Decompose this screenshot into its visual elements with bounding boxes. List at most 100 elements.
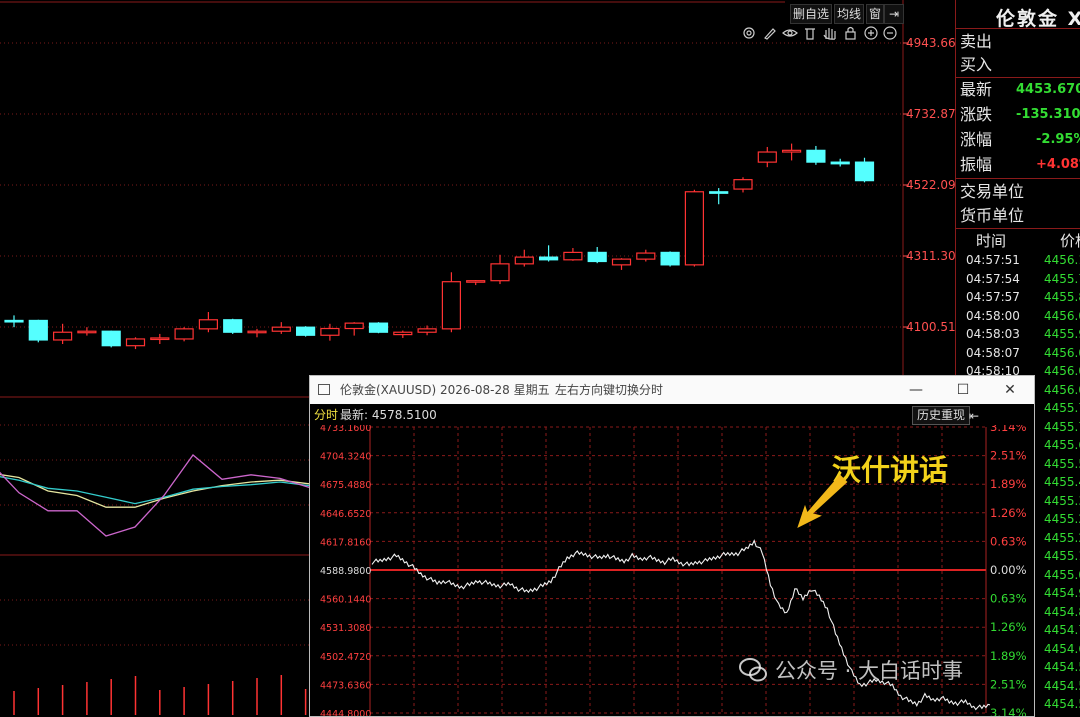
- candle: [466, 280, 486, 286]
- price-tick-label: 4560.1440: [320, 595, 371, 606]
- maximize-icon[interactable]: ☐: [943, 376, 983, 404]
- tick-row: 04:57:57 4455.8: [966, 288, 1080, 307]
- chart-tools: [743, 26, 897, 40]
- indicator-line: [0, 476, 310, 505]
- percent-tick-label: 2.51%: [990, 449, 1027, 463]
- annotation-arrow: [797, 474, 848, 528]
- candle: [271, 322, 291, 334]
- tick-row: 04:57:54 4455.7: [966, 270, 1080, 289]
- tick-price: 4455.4: [1044, 475, 1080, 489]
- candle: [733, 177, 753, 193]
- quote-row-latest: 最新4453.6700: [960, 80, 1080, 99]
- candle: [587, 247, 607, 264]
- tick-time: 04:57:54: [966, 271, 1020, 286]
- remove-favorite-button[interactable]: 删自选: [790, 4, 833, 24]
- ticks-header-price: 价格: [1060, 232, 1080, 250]
- collapse-icon[interactable]: ⇤: [969, 406, 979, 426]
- tick-time: 04:58:00: [966, 308, 1020, 323]
- candle: [660, 251, 680, 267]
- price-tick-label: 4733.1600: [320, 425, 371, 434]
- tick-time: 04:57:57: [966, 290, 1020, 304]
- candle: [344, 322, 364, 336]
- price-tick-label: 4617.8160: [320, 537, 371, 548]
- quote-row-sell: 卖出: [960, 32, 993, 51]
- price-tick-label: 4531.3080: [320, 623, 371, 634]
- price-tick-label: 4704.3240: [320, 452, 371, 463]
- percent-tick-label: 1.26%: [990, 620, 1027, 634]
- tick-price: 4455.9: [1044, 327, 1080, 341]
- candle: [684, 189, 705, 267]
- indicator-line: [0, 473, 310, 508]
- tick-row: 04:58:07 4456.0: [966, 344, 1080, 363]
- window-titlebar[interactable]: 伦敦金(XAUUSD) 2026-08-28 星期五 左右方向键切换分时 — ☐…: [310, 376, 1034, 404]
- tick-price: 4454.5: [1044, 660, 1080, 674]
- minimize-icon[interactable]: —: [896, 376, 936, 404]
- candle: [636, 249, 656, 262]
- quote-row-change: 涨跌-135.3100: [960, 105, 1080, 124]
- quote-row-change-pct: 涨幅-2.95%: [960, 130, 1080, 149]
- percent-tick-label: 1.89%: [990, 649, 1027, 663]
- tick-price: 4456.0: [1044, 345, 1080, 360]
- window-button[interactable]: 窗: [866, 4, 885, 24]
- tick-price: 4454.8: [1044, 604, 1080, 619]
- candle: [125, 337, 146, 350]
- candle: [223, 318, 243, 334]
- tick-row: 04:58:03 4455.9: [966, 325, 1080, 344]
- candle: [490, 254, 510, 285]
- intraday-subheader: 分时 最新: 4578.5100 历史重现 ⇤: [310, 405, 1034, 425]
- tick-price: 4455.5: [1044, 456, 1080, 471]
- tick-price: 4455.0: [1044, 567, 1080, 582]
- wechat-icon: [739, 658, 767, 682]
- candle: [441, 272, 461, 333]
- quote-row-currency-unit: 货币单位: [960, 206, 1025, 225]
- trash-icon[interactable]: [805, 28, 815, 40]
- candle: [563, 248, 583, 261]
- tick-price: 4455.7: [1044, 419, 1080, 434]
- history-replay-button[interactable]: 历史重现: [912, 406, 971, 425]
- percent-tick-label: 0.63%: [990, 534, 1027, 548]
- eye-icon[interactable]: [782, 29, 798, 37]
- quote-row-amplitude: 振幅+4.08%: [960, 155, 1080, 174]
- percent-tick-label: 3.14%: [990, 425, 1027, 434]
- zoom-out-icon[interactable]: [883, 26, 897, 40]
- moving-average-button[interactable]: 均线: [834, 4, 865, 24]
- candle: [393, 330, 413, 338]
- quote-row-trade-unit: 交易单位: [960, 182, 1025, 201]
- tick-price: 4454.7: [1044, 623, 1080, 637]
- tick-price: 4455.2: [1044, 512, 1080, 526]
- toggle-panel-icon[interactable]: ⇥: [884, 4, 904, 24]
- lock-icon[interactable]: [845, 26, 856, 40]
- candle: [781, 143, 802, 161]
- tick-price: 4454.6: [1044, 641, 1080, 656]
- candle: [368, 322, 389, 334]
- candle: [247, 328, 267, 338]
- percent-tick-label: 0.00%: [990, 563, 1027, 577]
- app-icon: [318, 384, 330, 395]
- window-hint: 左右方向键切换分时: [555, 383, 664, 397]
- tick-time: 04:58:03: [966, 327, 1020, 341]
- tick-price: 4455.6: [1044, 438, 1080, 452]
- candle: [538, 245, 559, 262]
- tick-time: 04:58:07: [966, 345, 1020, 360]
- settings-icon[interactable]: [743, 27, 755, 39]
- tick-time: 04:57:51: [966, 253, 1020, 267]
- tab-intraday[interactable]: 分时: [314, 405, 338, 425]
- candle: [709, 188, 729, 205]
- quote-row-buy: 买入: [960, 55, 993, 74]
- price-tick-label: 4473.6360: [320, 680, 371, 691]
- pen-icon[interactable]: [764, 28, 776, 40]
- candle: [854, 157, 875, 183]
- candle: [4, 315, 24, 328]
- price-tick-label: 4646.6520: [320, 509, 371, 520]
- zoom-in-icon[interactable]: [864, 26, 878, 40]
- indicator-line: [0, 454, 310, 537]
- close-icon[interactable]: ✕: [990, 376, 1030, 404]
- ticks-header-time: 时间: [976, 232, 1007, 250]
- tick-price: 4456.1: [1044, 253, 1080, 267]
- candle: [174, 327, 194, 342]
- window-title: 伦敦金(XAUUSD) 2026-08-28 星期五: [340, 383, 550, 397]
- tick-price: 4455.1: [1044, 549, 1080, 563]
- hand-icon[interactable]: [823, 28, 836, 40]
- percent-tick-label: 1.89%: [990, 477, 1027, 491]
- price-tick-label: 4588.9800: [320, 566, 371, 577]
